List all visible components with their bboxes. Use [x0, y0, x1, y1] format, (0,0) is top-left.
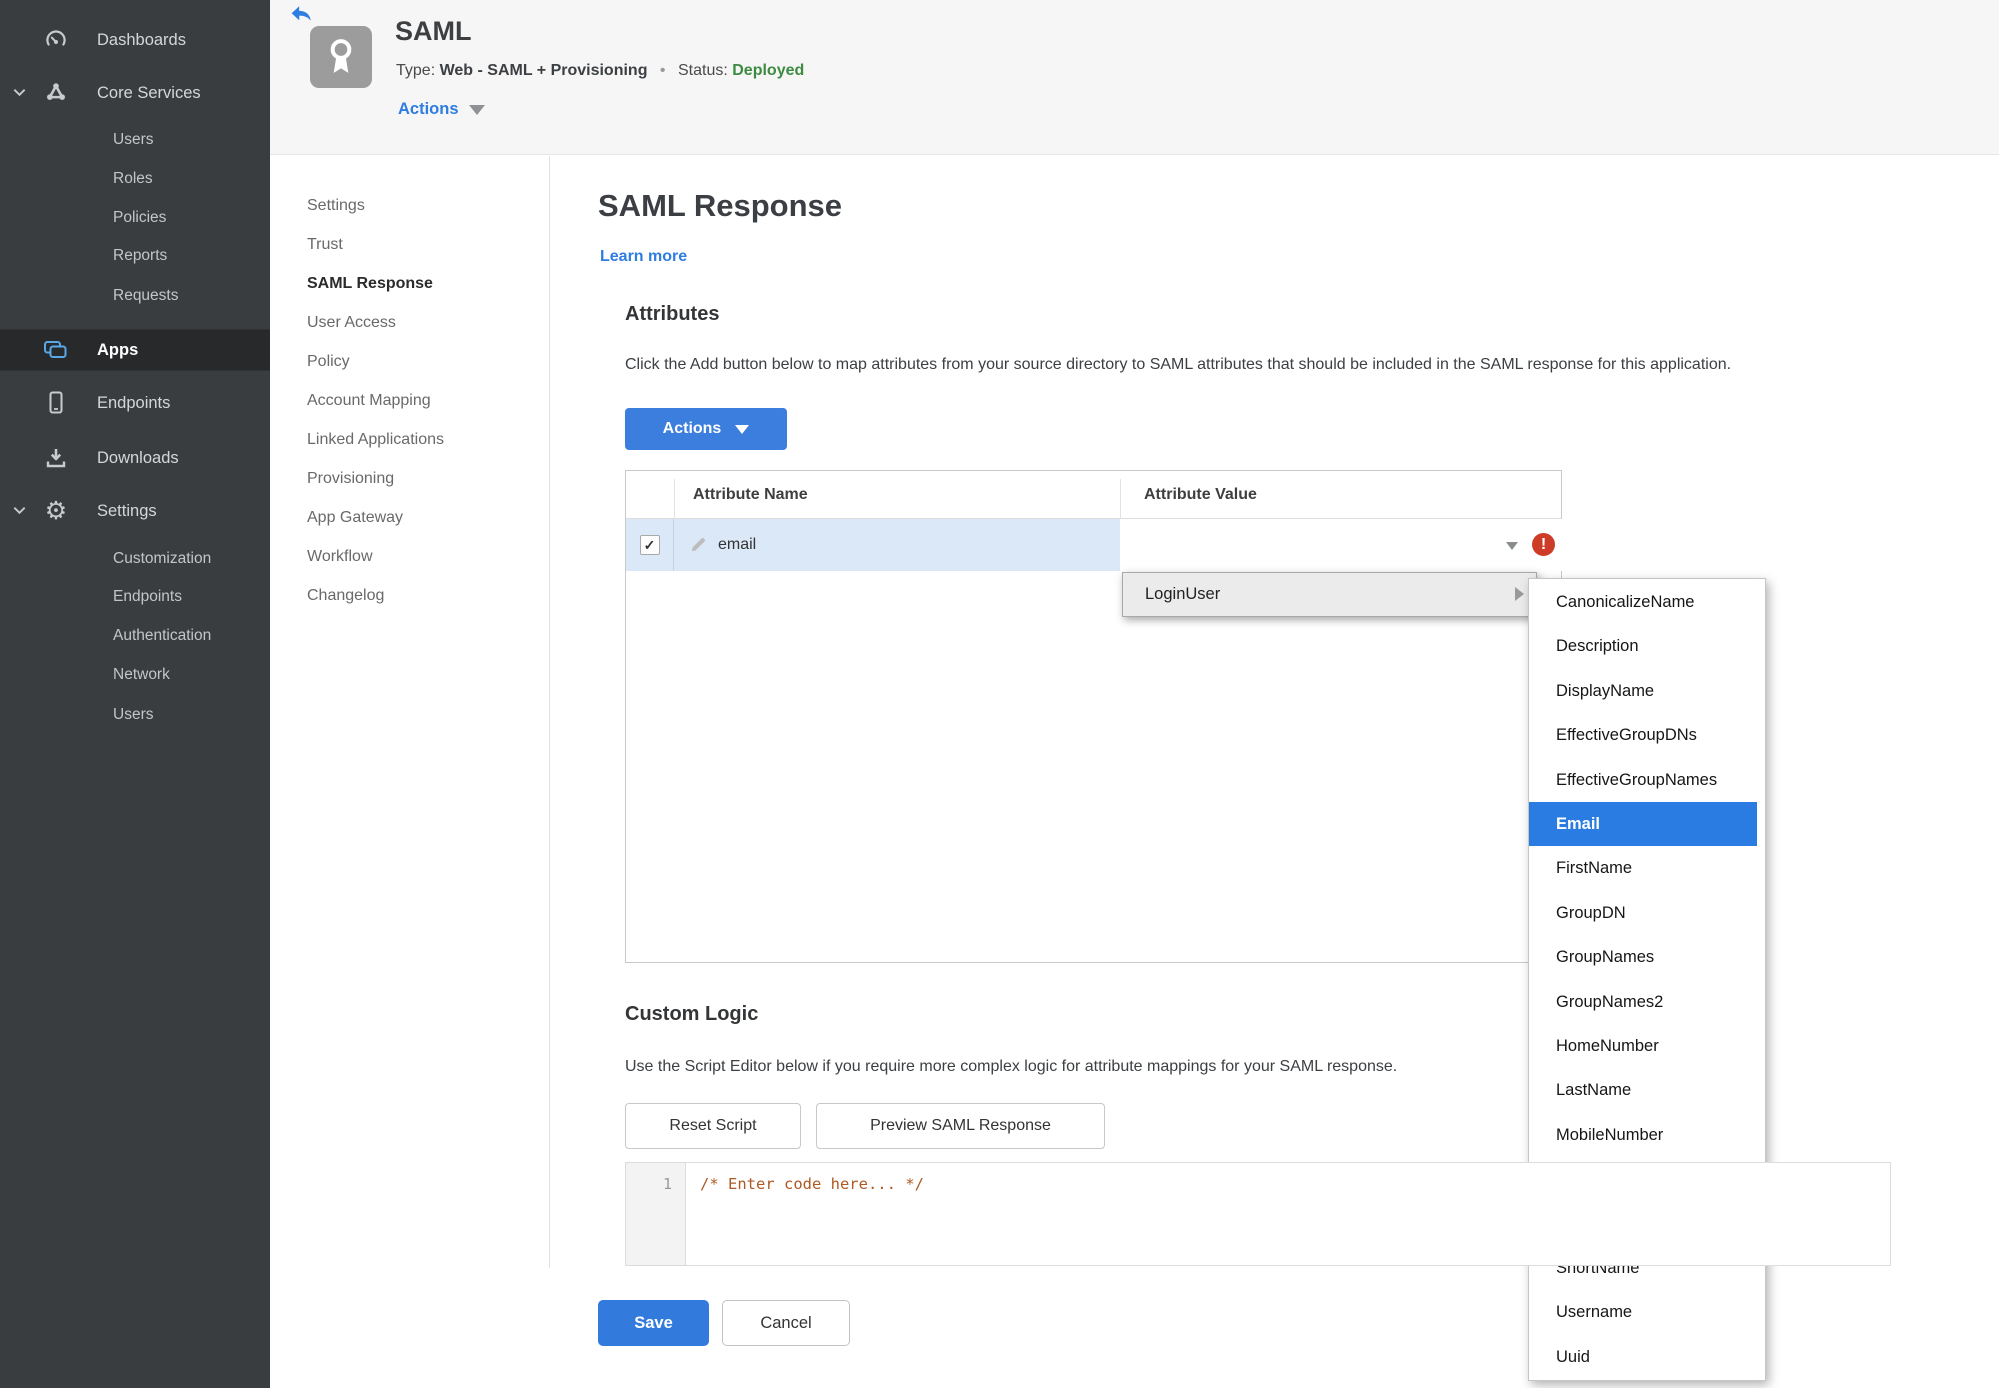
sidebar-item-apps[interactable]: Apps	[0, 329, 270, 371]
script-editor[interactable]: 1 /* Enter code here... */	[625, 1162, 1891, 1266]
menu-item-displayname[interactable]: DisplayName	[1529, 669, 1765, 713]
menu-item-email[interactable]: Email	[1529, 801, 1757, 847]
sidebar-item-endpoints[interactable]: Endpoints	[0, 387, 270, 419]
menu-item-homenumber[interactable]: HomeNumber	[1529, 1024, 1765, 1068]
sidebar-item-authentication[interactable]: Authentication	[0, 620, 270, 652]
menu-item-effectivegroupnames[interactable]: EffectiveGroupNames	[1529, 758, 1765, 802]
table-header: Attribute Name Attribute Value	[626, 471, 1561, 519]
menu-item-description[interactable]: Description	[1529, 624, 1765, 668]
submenu-arrow-icon	[1515, 587, 1524, 601]
app-section-nav: Settings Trust SAML Response User Access…	[307, 186, 444, 615]
sidebar-item-label: Dashboards	[97, 30, 186, 49]
separator: •	[659, 62, 666, 79]
tab-policy[interactable]: Policy	[307, 342, 444, 381]
preview-saml-response-button[interactable]: Preview SAML Response	[816, 1103, 1105, 1149]
type-value: Web - SAML + Provisioning	[439, 62, 648, 79]
tab-account-mapping[interactable]: Account Mapping	[307, 381, 444, 420]
back-arrow-icon[interactable]	[288, 2, 314, 26]
type-label: Type:	[396, 62, 436, 79]
sidebar-item-policies[interactable]: Policies	[0, 202, 270, 234]
reset-script-button[interactable]: Reset Script	[625, 1103, 801, 1149]
loginuser-menu-item[interactable]: LoginUser	[1122, 572, 1537, 617]
chevron-down-icon	[12, 503, 28, 519]
sidebar-item-core-services[interactable]: Core Services	[0, 77, 270, 109]
sidebar-item-users[interactable]: Users	[0, 124, 270, 156]
divider	[549, 156, 550, 1268]
tab-saml-response[interactable]: SAML Response	[307, 264, 444, 303]
attributes-description: Click the Add button below to map attrib…	[625, 356, 1732, 373]
download-icon	[42, 444, 70, 472]
caret-down-icon	[735, 424, 750, 434]
gauge-icon	[42, 26, 70, 54]
chevron-down-icon	[12, 85, 28, 101]
column-header-attribute-name[interactable]: Attribute Name	[693, 471, 808, 519]
editor-gutter: 1	[626, 1163, 686, 1265]
tab-trust[interactable]: Trust	[307, 225, 444, 264]
tab-provisioning[interactable]: Provisioning	[307, 459, 444, 498]
app-header: SAML Type: Web - SAML + Provisioning • S…	[270, 0, 1999, 155]
sidebar-item-label: Core Services	[97, 83, 201, 102]
custom-logic-heading: Custom Logic	[625, 1003, 759, 1025]
tab-app-gateway[interactable]: App Gateway	[307, 498, 444, 537]
menu-item-mobilenumber[interactable]: MobileNumber	[1529, 1113, 1765, 1157]
sidebar-item-label: Apps	[97, 340, 139, 359]
menu-item-uuid[interactable]: Uuid	[1529, 1335, 1765, 1379]
page-title: SAML	[395, 16, 472, 46]
caret-down-icon	[468, 104, 485, 115]
table-row: ✓ email !	[626, 519, 1562, 571]
menu-item-groupdn[interactable]: GroupDN	[1529, 891, 1765, 935]
tab-linked-applications[interactable]: Linked Applications	[307, 420, 444, 459]
sidebar-item-settings-endpoints[interactable]: Endpoints	[0, 581, 270, 613]
row-checkbox[interactable]: ✓	[639, 535, 660, 555]
menu-item-effectivegroupdns[interactable]: EffectiveGroupDNs	[1529, 713, 1765, 757]
line-number: 1	[662, 1175, 672, 1193]
sidebar-item-customization[interactable]: Customization	[0, 543, 270, 575]
attributes-actions-button[interactable]: Actions	[625, 408, 787, 450]
attributes-heading: Attributes	[625, 303, 720, 325]
menu-item-canonicalizename[interactable]: CanonicalizeName	[1529, 580, 1765, 624]
menu-item-groupnames2[interactable]: GroupNames2	[1529, 980, 1765, 1024]
tab-changelog[interactable]: Changelog	[307, 576, 444, 615]
attribute-name-value: email	[718, 536, 757, 553]
sidebar-item-network[interactable]: Network	[0, 659, 270, 691]
edit-pencil-icon[interactable]	[688, 535, 708, 555]
attributes-table: Attribute Name Attribute Value ✓ email !	[625, 470, 1562, 963]
editor-code[interactable]: /* Enter code here... */	[700, 1170, 924, 1198]
error-icon: !	[1532, 533, 1555, 556]
attribute-value-dropdown[interactable]	[1120, 519, 1562, 571]
apps-icon	[42, 336, 70, 364]
admin-portal: Dashboards Core Services Users Roles Pol…	[0, 0, 1999, 1388]
learn-more-link[interactable]: Learn more	[600, 248, 687, 266]
save-button[interactable]: Save	[598, 1300, 709, 1346]
tab-user-access[interactable]: User Access	[307, 303, 444, 342]
cancel-button[interactable]: Cancel	[722, 1300, 850, 1346]
tab-settings[interactable]: Settings	[307, 186, 444, 225]
mobile-device-icon	[42, 389, 70, 417]
sidebar-item-roles[interactable]: Roles	[0, 163, 270, 195]
status-badge: Deployed	[732, 62, 805, 79]
column-header-attribute-value[interactable]: Attribute Value	[1144, 471, 1257, 519]
core-services-icon	[42, 79, 70, 107]
sidebar: Dashboards Core Services Users Roles Pol…	[0, 0, 270, 1388]
sidebar-item-settings[interactable]: ⚙ Settings	[0, 495, 270, 527]
status-label: Status:	[677, 62, 728, 79]
sidebar-item-requests[interactable]: Requests	[0, 280, 270, 312]
sidebar-item-reports[interactable]: Reports	[0, 240, 270, 272]
custom-logic-description: Use the Script Editor below if you requi…	[625, 1058, 1398, 1075]
saml-app-icon	[310, 26, 372, 88]
tab-workflow[interactable]: Workflow	[307, 537, 444, 576]
sidebar-item-downloads[interactable]: Downloads	[0, 442, 270, 474]
section-title: SAML Response	[598, 188, 843, 223]
menu-item-groupnames[interactable]: GroupNames	[1529, 935, 1765, 979]
sidebar-item-dashboards[interactable]: Dashboards	[0, 24, 270, 56]
app-meta: Type: Web - SAML + Provisioning • Status…	[396, 62, 804, 80]
gear-icon: ⚙	[44, 496, 68, 525]
sidebar-item-settings-users[interactable]: Users	[0, 699, 270, 731]
caret-down-icon	[1506, 542, 1518, 550]
menu-item-lastname[interactable]: LastName	[1529, 1068, 1765, 1112]
menu-item-firstname[interactable]: FirstName	[1529, 846, 1765, 890]
header-actions-dropdown[interactable]: Actions	[398, 100, 485, 119]
menu-item-username[interactable]: Username	[1529, 1290, 1765, 1334]
